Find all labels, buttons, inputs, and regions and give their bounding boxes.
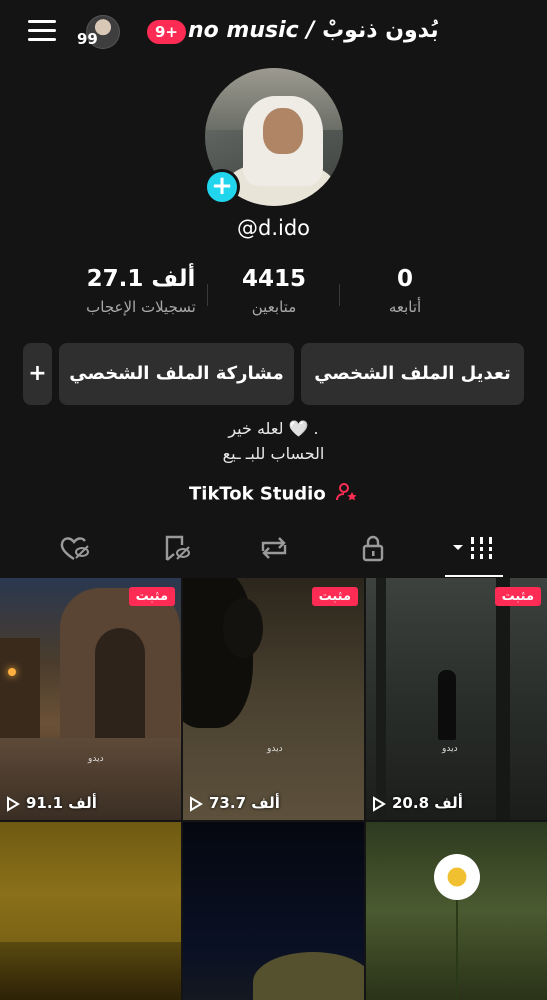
repost-icon [261,537,287,559]
stat-divider [207,284,208,306]
menu-icon[interactable] [28,20,56,42]
stat-likes: 27.1 ألف تسجيلات الإعجاب [76,266,206,316]
pinned-badge: مثبت [128,587,175,606]
video-tile[interactable] [0,822,181,1000]
video-watermark: ديدو [88,754,104,764]
tab-favorites[interactable] [155,533,195,569]
edit-profile-button[interactable]: تعديل الملف الشخصي [301,343,524,405]
view-count-text: 20.8 ألف [392,794,463,812]
video-tile[interactable] [366,822,547,1000]
add-story-button[interactable]: + [204,169,240,205]
tab-reposts[interactable] [254,533,294,569]
video-watermark: ديدو [267,744,283,754]
play-icon [7,795,20,812]
creator-star-icon [336,482,358,507]
notification-badge[interactable]: 9+ [147,20,187,44]
view-count-text: 91.1 ألف [26,794,97,812]
stat-following[interactable]: 0 أتابعه [340,266,470,316]
tiktok-studio-link[interactable]: TikTok Studio [0,482,547,507]
tab-liked[interactable] [54,533,94,569]
followers-count: 4415 [241,266,306,292]
bio-line-1: لعله خير 🤍 . [228,419,319,438]
tab-videos[interactable] [448,533,500,569]
lock-icon [362,535,384,562]
account-count: 99 [77,30,98,48]
top-bar: 99 9+ no music / بُدون ذنوبْ [0,0,547,64]
likes-count: 27.1 ألف [86,266,196,292]
account-title-ar: بُدون ذنوبْ [322,18,439,43]
grid-icon [453,537,494,559]
bio-line-2: الحساب للبـ ـيع [222,444,325,463]
video-watermark: ديدو [442,744,458,754]
followers-label: متابعين [251,298,297,316]
active-tab-indicator [445,575,503,577]
add-friend-button[interactable]: + [23,343,52,405]
share-profile-button[interactable]: مشاركة الملف الشخصي [59,343,294,405]
play-icon [373,795,386,812]
bookmark-eye-off-icon [165,535,190,561]
video-tile[interactable]: ديدو مثبت 20.8 ألف [366,578,547,820]
tab-private[interactable] [353,533,393,569]
pinned-badge: مثبت [494,587,541,606]
view-count: 91.1 ألف [6,794,97,812]
likes-label: تسجيلات الإعجاب [86,298,196,316]
username: @d.ido [236,216,311,240]
view-count: 73.7 ألف [189,794,280,812]
view-count: 20.8 ألف [372,794,463,812]
video-tile[interactable]: ديدو مثبت 91.1 ألف [0,578,181,820]
stat-followers[interactable]: 4415 متابعين [209,266,339,316]
heart-eye-off-icon [60,537,89,561]
account-title[interactable]: no music / بُدون ذنوبْ [188,18,439,43]
play-icon [190,795,203,812]
account-title-en: no music / [188,18,315,43]
following-label: أتابعه [388,298,422,316]
video-tile[interactable] [183,822,364,1000]
video-tile[interactable]: ديدو مثبت 73.7 ألف [183,578,364,820]
view-count-text: 73.7 ألف [209,794,280,812]
profile-tabs [0,525,547,581]
studio-label: TikTok Studio [189,483,326,505]
following-count: 0 [396,266,413,292]
pinned-badge: مثبت [311,587,358,606]
